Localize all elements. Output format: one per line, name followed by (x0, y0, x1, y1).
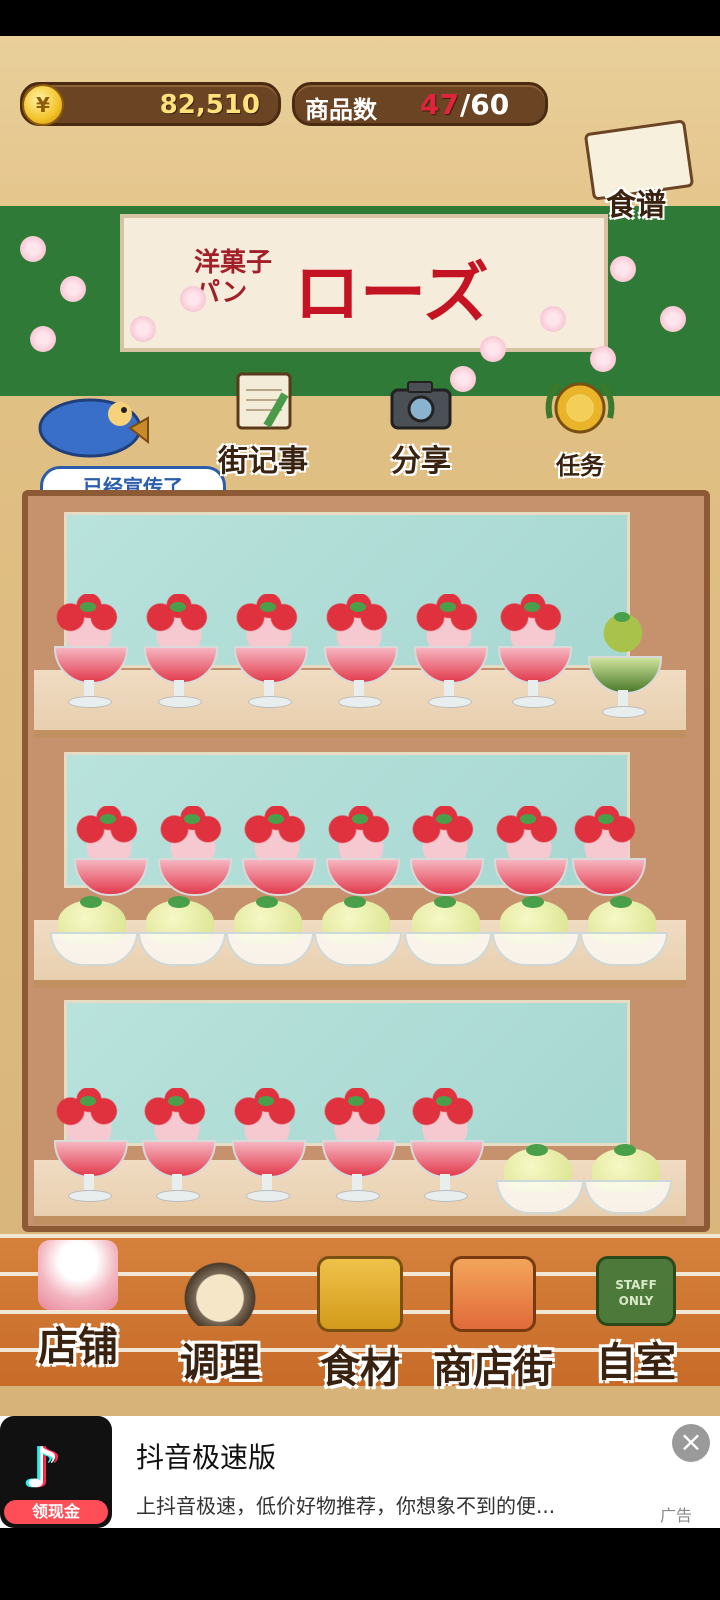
nav-store[interactable]: 店铺 (8, 1240, 148, 1372)
douyin-app-icon[interactable]: ♪ 领现金 (0, 1416, 112, 1528)
strawberry-parfait[interactable] (228, 594, 310, 712)
lemon-sorbet[interactable] (50, 896, 138, 966)
coin-value: 82,510 (159, 90, 260, 120)
lemon-sorbet[interactable] (226, 896, 314, 966)
blossom-decoration (660, 306, 686, 332)
missions-button[interactable]: 任务 (530, 378, 630, 481)
shop-sign-line1: 洋菓子 (194, 248, 273, 278)
strawberry-parfait[interactable] (408, 594, 490, 712)
mixing-bowl-icon (180, 1256, 260, 1326)
ad-description[interactable]: 上抖音极速，低价好物推荐，你想象不到的便... (136, 1490, 616, 1519)
item-count-max: /60 (460, 88, 510, 121)
shop-building-icon (450, 1256, 536, 1332)
ad-tag: 广告 (660, 1506, 693, 1525)
strawberry-parfait[interactable] (404, 1088, 486, 1206)
status-bar (0, 0, 720, 36)
blossom-decoration (20, 236, 46, 262)
blossom-decoration (130, 316, 156, 342)
blossom-decoration (60, 276, 86, 302)
ad-cash-badge: 领现金 (4, 1500, 108, 1524)
nav-store-label: 店铺 (38, 1324, 118, 1370)
strawberry-parfait[interactable] (316, 1088, 398, 1206)
ad-title[interactable]: 抖音极速版 (136, 1436, 276, 1476)
nav-ingredients-label: 食材 (320, 1346, 400, 1392)
share-button[interactable]: 分享 (376, 378, 466, 480)
lemon-sorbet[interactable] (138, 896, 226, 966)
blossom-decoration (540, 306, 566, 332)
strawberry-parfait[interactable] (48, 1088, 130, 1206)
strawberry-parfait[interactable] (138, 594, 220, 712)
music-note-icon: ♪ (24, 1436, 60, 1501)
item-count-label: 商品数 (305, 96, 377, 124)
shop-sign-line2: パン (194, 278, 248, 308)
lemon-sorbet[interactable] (314, 896, 402, 966)
strawberry-parfait[interactable] (492, 594, 574, 712)
flour-bag-icon (317, 1256, 403, 1332)
street-news-label: 街记事 (218, 444, 308, 479)
blossom-decoration (180, 286, 206, 312)
lemon-sorbet[interactable] (404, 896, 492, 966)
camera-icon (390, 381, 452, 430)
strawberry-parfait[interactable] (226, 1088, 308, 1206)
lemon-sorbet[interactable] (580, 896, 668, 966)
strawberry-parfait[interactable] (136, 1088, 218, 1206)
blossom-decoration (30, 326, 56, 352)
blossom-decoration (610, 256, 636, 282)
nav-ingredients[interactable]: 食材 (290, 1256, 430, 1394)
nav-shopping-street[interactable]: 商店街 (418, 1256, 568, 1394)
matcha-parfait[interactable] (582, 604, 664, 722)
nav-my-room[interactable]: STAFF ONLY 自室 (566, 1256, 706, 1388)
strawberry-parfait[interactable] (48, 594, 130, 712)
shop-sign-name: ローズ (294, 254, 489, 332)
item-count-current: 47 (420, 88, 459, 121)
medal-icon (545, 381, 615, 434)
strawberry-parfait[interactable] (318, 594, 400, 712)
nav-cooking[interactable]: 调理 (150, 1256, 290, 1388)
cake-icon (38, 1240, 118, 1310)
blossom-decoration (480, 336, 506, 362)
promo-bird-button[interactable] (30, 378, 150, 468)
lemon-sorbet[interactable] (584, 1144, 672, 1214)
street-news-button[interactable]: 街记事 (208, 368, 318, 480)
blossom-decoration (590, 346, 616, 372)
recipe-button[interactable]: 食谱 (578, 118, 696, 226)
lemon-sorbet[interactable] (496, 1144, 584, 1214)
notepad-icon (236, 372, 292, 430)
shop-sign: 洋菓子 パン ローズ (120, 214, 608, 352)
nav-shopping-street-label: 商店街 (433, 1346, 553, 1392)
staff-door-icon: STAFF ONLY (596, 1256, 676, 1326)
lemon-sorbet[interactable] (492, 896, 580, 966)
ad-close-button[interactable]: × (672, 1424, 710, 1462)
nav-cooking-label: 调理 (180, 1340, 260, 1386)
bottom-background (0, 1528, 720, 1600)
nav-my-room-label: 自室 (596, 1340, 676, 1386)
share-label: 分享 (391, 444, 451, 479)
bird-icon (38, 398, 149, 458)
coin-icon: ¥ (22, 84, 64, 126)
shop-sign-subtitle: 洋菓子 パン (194, 248, 294, 308)
recipe-label: 食谱 (606, 188, 666, 223)
missions-label: 任务 (556, 452, 604, 480)
